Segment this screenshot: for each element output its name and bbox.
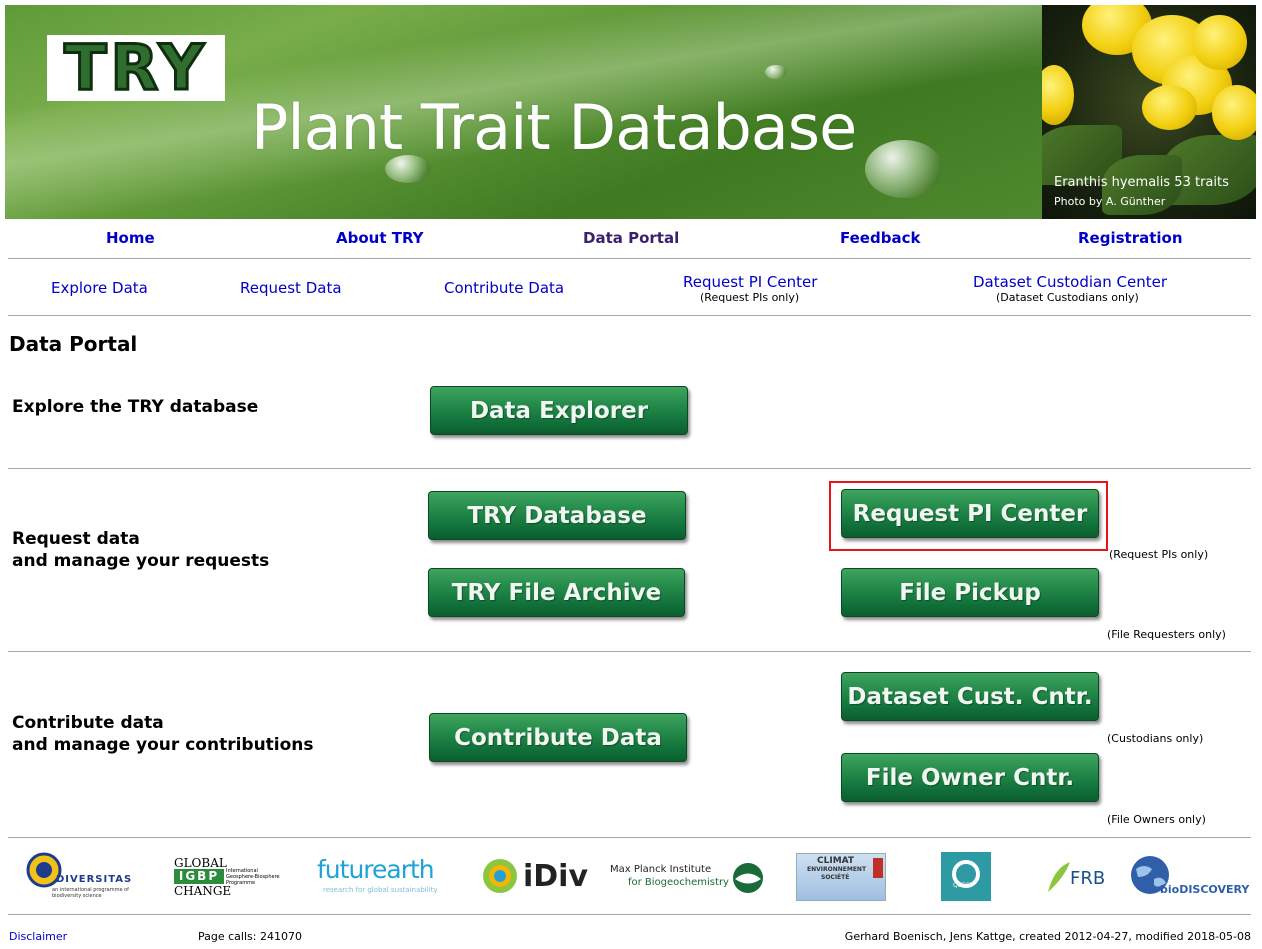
biodiscovery-logo[interactable]: bioDISCOVERY [1130, 855, 1256, 899]
quest-arrows-icon [952, 860, 980, 888]
page-calls: Page calls: 241070 [198, 930, 302, 943]
subnav-pi-note: (Request PIs only) [700, 291, 800, 304]
subnav-contribute-data[interactable]: Contribute Data [444, 279, 564, 297]
section-contribute-label: Contribute data and manage your contribu… [12, 713, 314, 755]
nav-home[interactable]: Home [106, 229, 155, 247]
futurearth-logo[interactable]: futurearth research for global sustainab… [317, 855, 445, 895]
divider [8, 258, 1251, 259]
idiv-circle-icon [483, 859, 517, 893]
try-file-archive-button[interactable]: TRY File Archive [428, 568, 685, 617]
note-file-owners: (File Owners only) [1107, 813, 1206, 826]
note-custodians: (Custodians only) [1107, 732, 1204, 745]
diversitas-logo[interactable]: DIVERSITAS an international programme of… [26, 852, 136, 900]
species-photo: Eranthis hyemalis 53 traits Photo by A. … [1042, 5, 1256, 219]
igbp-logo[interactable]: GLOBAL IGBP CHANGE International Geosphe… [174, 856, 286, 898]
subnav-request-data[interactable]: Request Data [240, 279, 342, 297]
file-owner-center-button[interactable]: File Owner Cntr. [841, 753, 1099, 802]
nav-about-try[interactable]: About TRY [336, 229, 424, 247]
header-banner: TRY Plant Trait Database [5, 5, 1042, 219]
note-request-pis: (Request PIs only) [1109, 548, 1209, 561]
footer-credits: Gerhard Boenisch, Jens Kattge, created 2… [844, 930, 1251, 943]
section-request-label: Request data and manage your requests [12, 529, 270, 571]
nav-data-portal[interactable]: Data Portal [583, 229, 679, 247]
highlight-box [829, 481, 1108, 551]
subnav-request-pi-center[interactable]: Request PI Center [683, 273, 817, 291]
try-logo[interactable]: TRY [47, 35, 225, 101]
nav-registration[interactable]: Registration [1078, 229, 1183, 247]
try-database-button[interactable]: TRY Database [428, 491, 686, 540]
section-explore-label: Explore the TRY database [12, 397, 259, 417]
divider [8, 914, 1251, 915]
nav-feedback[interactable]: Feedback [840, 229, 920, 247]
divider [8, 651, 1251, 652]
mpi-bgc-logo[interactable]: Max Planck Institute for Biogeochemistry [610, 862, 766, 896]
mpi-globe-icon [733, 863, 763, 893]
file-pickup-button[interactable]: File Pickup [841, 568, 1099, 617]
disclaimer-link[interactable]: Disclaimer [9, 930, 67, 943]
data-explorer-button[interactable]: Data Explorer [430, 386, 688, 435]
divider [8, 315, 1251, 316]
divider [8, 468, 1251, 469]
idiv-logo[interactable]: iDiv [481, 857, 588, 897]
subnav-dataset-custodian-center[interactable]: Dataset Custodian Center [973, 273, 1167, 291]
page-title: Data Portal [9, 332, 138, 356]
divider [8, 837, 1251, 838]
contribute-data-button[interactable]: Contribute Data [429, 713, 687, 762]
photo-credit: Photo by A. Günther [1054, 195, 1166, 208]
subnav-explore-data[interactable]: Explore Data [51, 279, 148, 297]
photo-caption: Eranthis hyemalis 53 traits [1054, 175, 1229, 190]
climat-logo[interactable]: CLIMAT ENVIRONNEMENT SOCIÉTÉ [796, 853, 886, 901]
note-file-requesters: (File Requesters only) [1107, 628, 1226, 641]
dataset-custodian-center-button[interactable]: Dataset Cust. Cntr. [841, 672, 1099, 721]
frb-leaf-icon [1048, 862, 1070, 892]
quest-logo[interactable]: QUEST [941, 852, 991, 901]
subnav-custodian-note: (Dataset Custodians only) [996, 291, 1139, 304]
banner-title: Plant Trait Database [251, 91, 857, 164]
frb-logo[interactable]: FRB [1044, 858, 1108, 894]
